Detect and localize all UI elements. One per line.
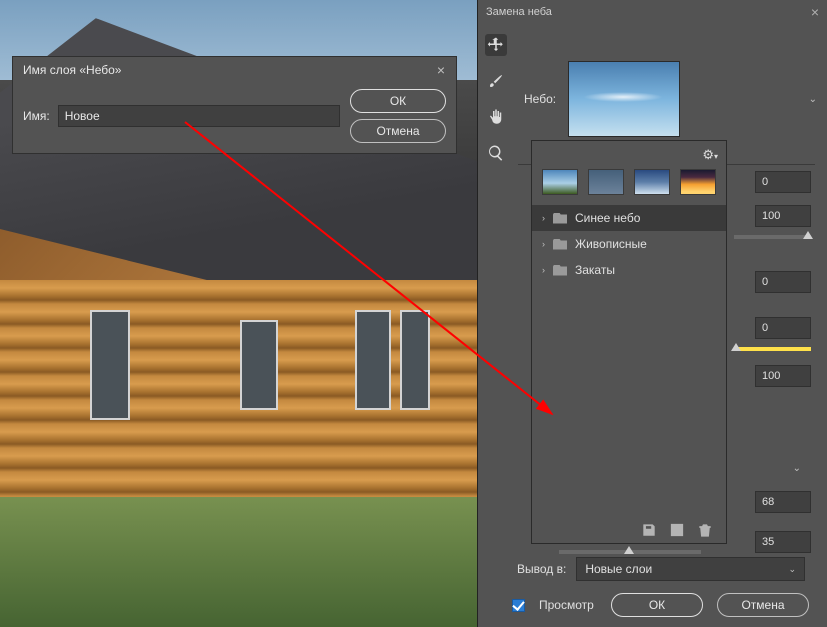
category-painterly[interactable]: › Живописные [532,231,726,257]
sky-preview-thumb[interactable] [568,61,680,137]
output-label: Вывод в: [517,562,566,576]
chevron-down-icon[interactable]: ⌄ [809,94,817,105]
chevron-right-icon: › [542,239,545,249]
folder-icon [553,213,567,224]
zoom-slider[interactable] [559,550,701,554]
chevron-right-icon: › [542,213,545,223]
preview-checkbox[interactable] [512,599,525,612]
folder-icon [553,239,567,250]
close-icon[interactable]: × [434,63,448,77]
category-label: Синее небо [575,211,640,225]
slider-value-4[interactable] [755,317,811,339]
hand-tool-icon[interactable] [485,106,507,128]
close-icon[interactable]: × [811,4,819,20]
ok-button[interactable]: ОК [611,593,703,617]
preview-label: Просмотр [539,598,594,612]
house-window [240,320,278,410]
slider-track[interactable] [734,235,811,239]
preset-thumb[interactable] [542,169,578,195]
cancel-button[interactable]: Отмена [717,593,809,617]
dialog-title: Имя слоя «Небо» [23,63,121,77]
tool-column [478,24,514,164]
output-select[interactable]: Новые слои ⌄ [576,557,805,581]
brush-tool-icon[interactable] [485,70,507,92]
slider-value-2[interactable] [755,205,811,227]
new-icon[interactable] [670,523,684,537]
folder-icon [553,265,567,276]
category-sunsets[interactable]: › Закаты [532,257,726,283]
grass-foreground [0,497,477,627]
save-icon[interactable] [642,523,656,537]
sky-preset-popup: ⚙▾ › Синее небо › Живописные › Закаты [531,140,727,544]
zoom-tool-icon[interactable] [485,142,507,164]
slider-value-6[interactable] [755,491,811,513]
chevron-down-icon: ⌄ [788,564,796,575]
chevron-down-icon[interactable]: ⌄ [793,463,801,474]
house-window [355,310,391,410]
category-label: Закаты [575,263,615,277]
gear-icon[interactable]: ⚙▾ [702,147,718,163]
panel-title: Замена неба [486,6,552,18]
preset-thumb[interactable] [588,169,624,195]
slider-value-7[interactable] [755,531,811,553]
name-input[interactable] [58,105,340,127]
slider-value-1[interactable] [755,171,811,193]
trash-icon[interactable] [698,523,712,537]
slider-value-5[interactable] [755,365,811,387]
category-label: Живописные [575,237,647,251]
house-window [90,310,130,420]
sky-label: Небо: [524,92,556,106]
slider-track-color[interactable] [734,347,811,351]
category-blue-sky[interactable]: › Синее небо [532,205,726,231]
name-label: Имя: [23,109,50,123]
slider-value-3[interactable] [755,271,811,293]
ok-button[interactable]: ОК [350,89,446,113]
output-value: Новые слои [585,562,652,576]
preset-thumb[interactable] [680,169,716,195]
cancel-button[interactable]: Отмена [350,119,446,143]
rename-layer-dialog: Имя слоя «Небо» × Имя: ОК Отмена [12,56,457,154]
preset-thumb[interactable] [634,169,670,195]
move-tool-icon[interactable] [485,34,507,56]
house-window [400,310,430,410]
chevron-right-icon: › [542,265,545,275]
